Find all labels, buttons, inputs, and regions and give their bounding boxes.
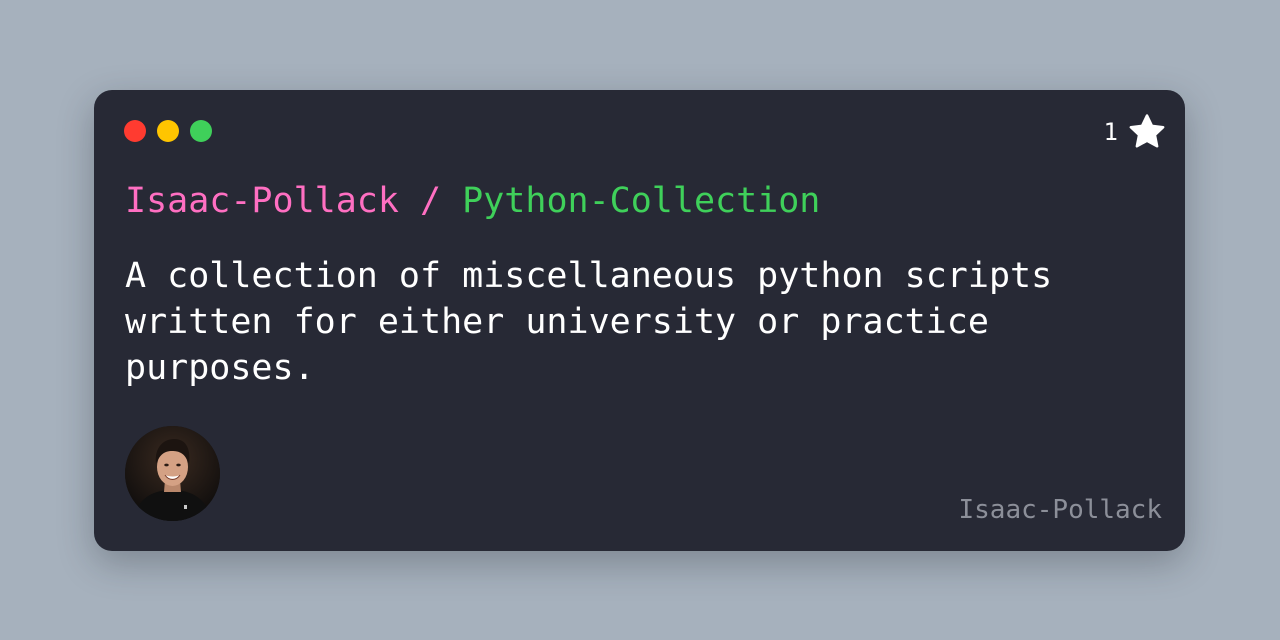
repo-separator: / <box>398 181 463 221</box>
star-count: 1 <box>1103 118 1118 146</box>
author-name[interactable]: Isaac-Pollack <box>959 494 1163 526</box>
minimize-dot <box>157 120 179 142</box>
star-icon <box>1128 113 1166 151</box>
window-controls <box>124 120 212 142</box>
maximize-dot <box>190 120 212 142</box>
repo-description: A collection of miscellaneous python scr… <box>125 256 1053 388</box>
avatar <box>125 426 220 521</box>
repo-card: 1 Isaac-Pollack / Python-Collection A co… <box>94 90 1185 551</box>
repo-title[interactable]: Isaac-Pollack / Python-Collection <box>125 180 820 222</box>
close-dot <box>124 120 146 142</box>
star-counter[interactable]: 1 <box>1104 113 1166 151</box>
repo-owner[interactable]: Isaac-Pollack <box>125 181 399 221</box>
repo-name[interactable]: Python-Collection <box>462 181 820 221</box>
